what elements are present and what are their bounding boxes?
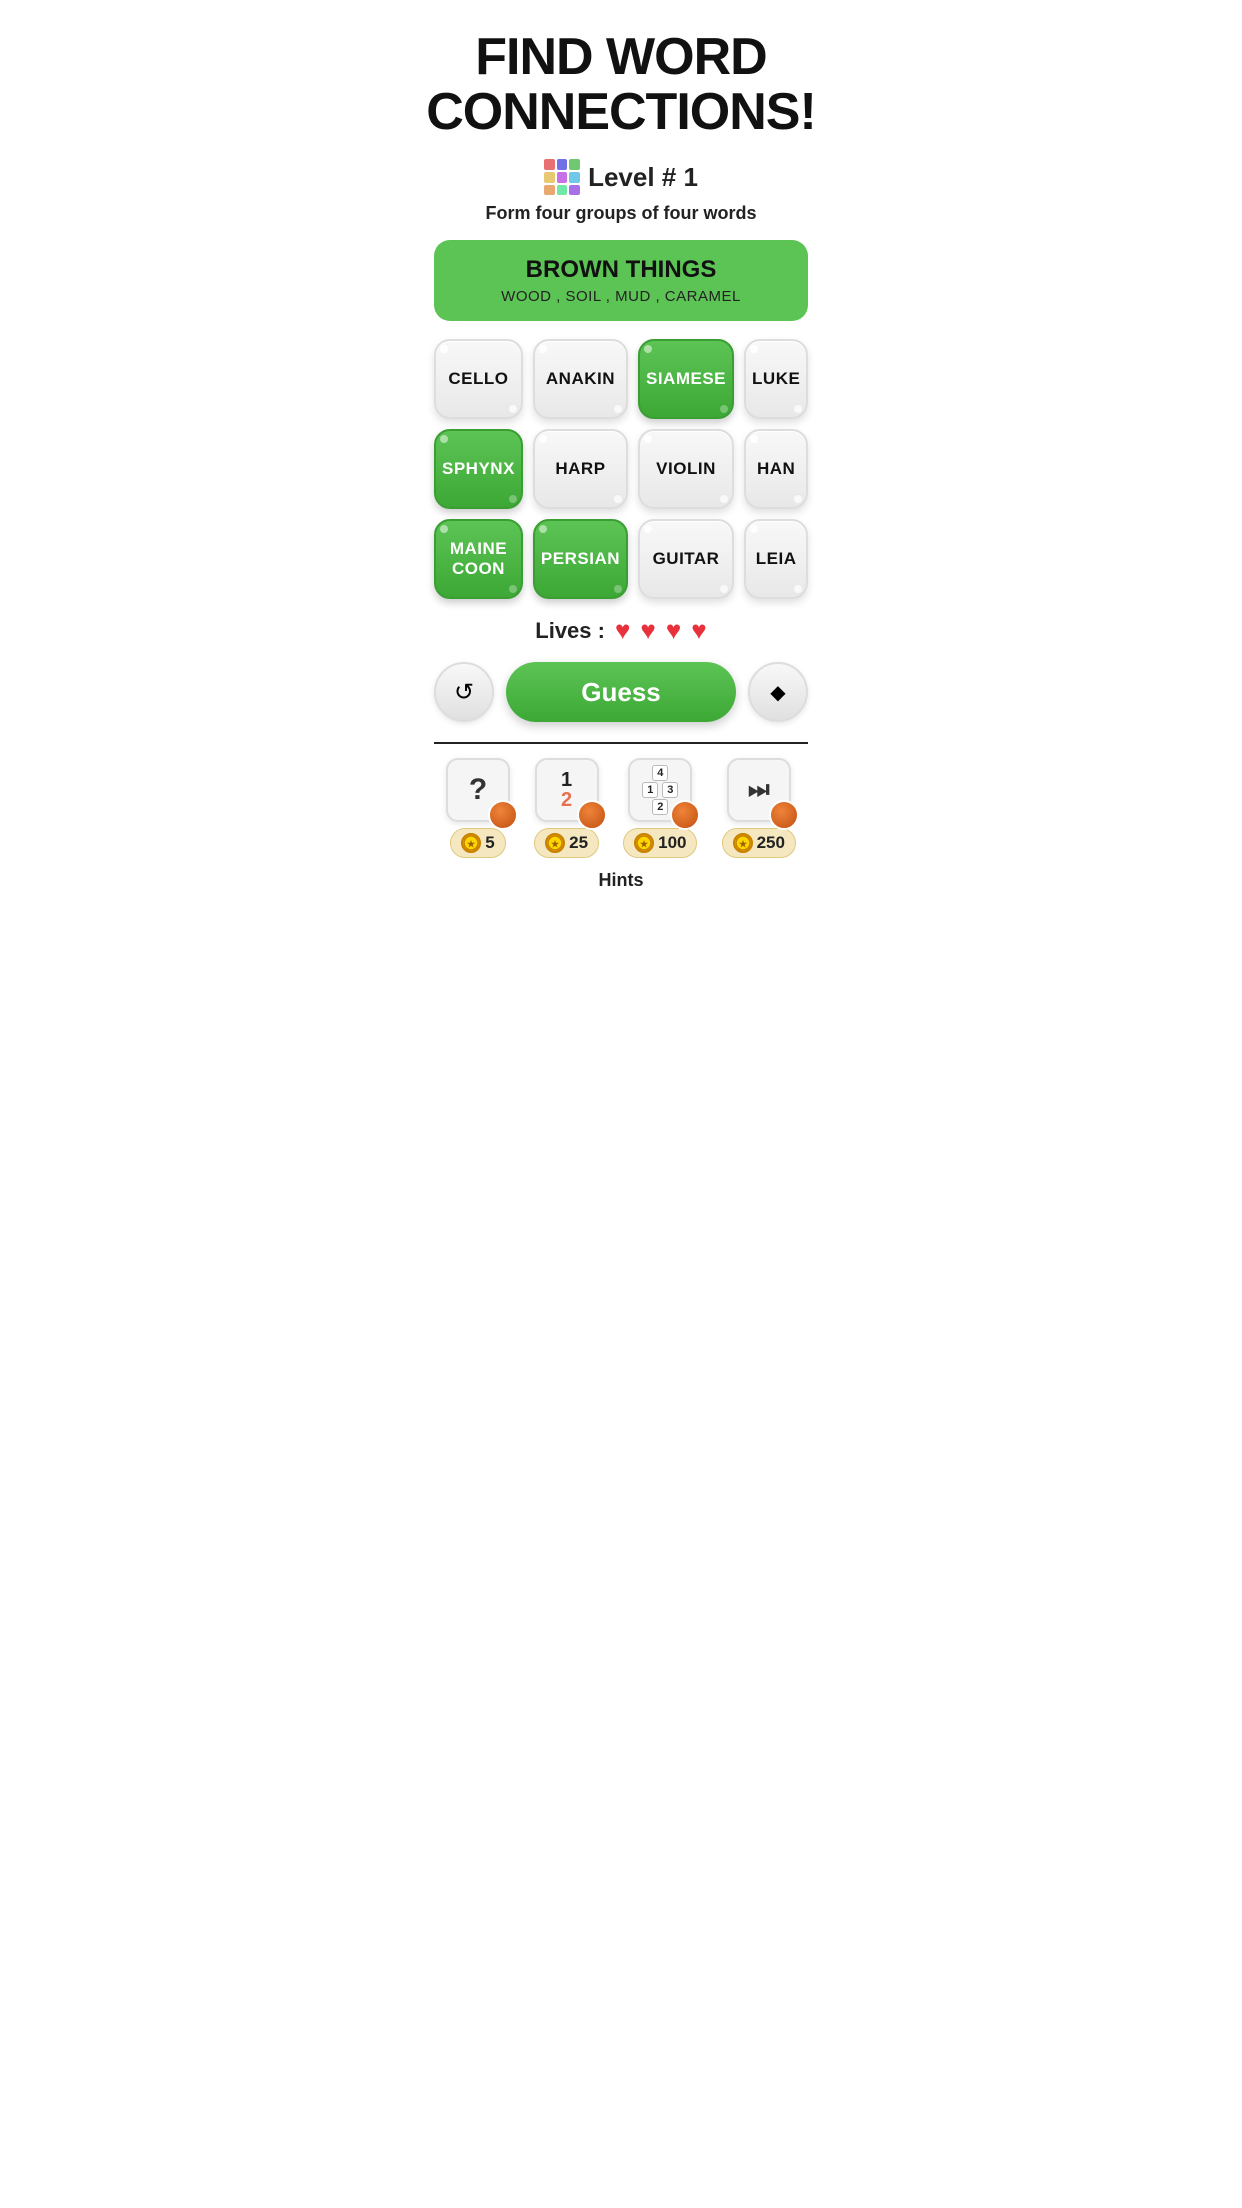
hint-arrange-icon: 4 1 3 2: [628, 758, 692, 822]
tile-label: HARP: [555, 459, 605, 479]
coin-icon-2: ★: [545, 833, 565, 853]
tile-cello[interactable]: CELLO: [434, 339, 523, 419]
heart-3: ♥: [666, 615, 681, 646]
solved-category: BROWN THINGS WOOD , SOIL , MUD , CARAMEL: [434, 240, 808, 321]
hint-swap[interactable]: 1 2 ★ 25: [534, 758, 599, 858]
hint-question-icon: ?: [446, 758, 510, 822]
tile-siamese[interactable]: SIAMESE: [638, 339, 734, 419]
tile-label: ANAKIN: [546, 369, 615, 389]
hint-cost-4: ★ 250: [722, 828, 796, 858]
guess-label: Guess: [581, 677, 661, 707]
tile-label: VIOLIN: [656, 459, 716, 479]
icon-cell: [544, 185, 555, 196]
coin-icon-1: ★: [461, 833, 481, 853]
arrange-num-4: 4: [652, 765, 668, 781]
hint-cost-label-4: 250: [757, 833, 785, 853]
svg-text:★: ★: [467, 839, 476, 849]
icon-cell: [557, 172, 568, 183]
hint-orange-badge-4: [769, 800, 799, 830]
coin-icon-3: ★: [634, 833, 654, 853]
tile-label: PERSIAN: [541, 549, 620, 569]
tile-han[interactable]: HAN: [744, 429, 808, 509]
tile-violin[interactable]: VIOLIN: [638, 429, 734, 509]
level-icon: [544, 159, 580, 195]
heart-1: ♥: [615, 615, 630, 646]
icon-cell: [569, 159, 580, 170]
arrange-num-1: 1: [642, 782, 658, 798]
tile-label: GUITAR: [653, 549, 720, 569]
coin-icon-4: ★: [733, 833, 753, 853]
page: FIND WORD CONNECTIONS! Level # 1 Form fo…: [414, 0, 828, 901]
hint-cost-label-3: 100: [658, 833, 686, 853]
hint-cost-label-2: 25: [569, 833, 588, 853]
heart-2: ♥: [640, 615, 655, 646]
guess-button[interactable]: Guess: [506, 662, 736, 722]
tile-harp[interactable]: HARP: [533, 429, 628, 509]
arrange-num-3: 3: [662, 782, 678, 798]
hints-section: ? ★ 5: [434, 742, 808, 891]
tile-label: SPHYNX: [442, 459, 515, 479]
icon-cell: [544, 159, 555, 170]
skip-icon: ⏭: [748, 776, 770, 804]
subtitle: Form four groups of four words: [486, 203, 757, 224]
tile-anakin[interactable]: ANAKIN: [533, 339, 628, 419]
shuffle-button[interactable]: ↺: [434, 662, 494, 722]
word-grid: CELLO ANAKIN SIAMESE LUKE SPHYNX HARP VI…: [434, 339, 808, 599]
svg-text:★: ★: [551, 839, 560, 849]
hint-arrange[interactable]: 4 1 3 2: [623, 758, 697, 858]
tile-maine-coon[interactable]: MAINE COON: [434, 519, 523, 599]
swap-numbers-icon: 1 2: [561, 770, 572, 810]
question-mark-icon: ?: [469, 773, 487, 807]
level-label: Level # 1: [588, 162, 698, 193]
hint-skip[interactable]: ⏭ ★ 250: [722, 758, 796, 858]
tile-label: LEIA: [756, 549, 797, 569]
icon-cell: [569, 185, 580, 196]
tile-guitar[interactable]: GUITAR: [638, 519, 734, 599]
erase-button[interactable]: ◆: [748, 662, 808, 722]
tile-sphynx[interactable]: SPHYNX: [434, 429, 523, 509]
tile-persian[interactable]: PERSIAN: [533, 519, 628, 599]
arrange-bot-row: 2: [652, 799, 668, 815]
lives-row: Lives : ♥ ♥ ♥ ♥: [535, 615, 706, 646]
lives-label: Lives :: [535, 618, 605, 644]
hint-cost-3: ★ 100: [623, 828, 697, 858]
hint-orange-badge-2: [577, 800, 607, 830]
category-title: BROWN THINGS: [454, 256, 788, 284]
tile-label: MAINE COON: [442, 539, 515, 580]
tile-label: HAN: [757, 459, 795, 479]
hint-skip-icon: ⏭: [727, 758, 791, 822]
tile-leia[interactable]: LEIA: [744, 519, 808, 599]
svg-text:★: ★: [739, 839, 748, 849]
svg-text:★: ★: [640, 839, 649, 849]
hint-swap-icon: 1 2: [535, 758, 599, 822]
hints-footer-label: Hints: [434, 866, 808, 891]
actions-row: ↺ Guess ◆: [434, 662, 808, 722]
icon-cell: [557, 185, 568, 196]
tile-label: CELLO: [448, 369, 508, 389]
hints-row: ? ★ 5: [434, 758, 808, 858]
arrange-top-row: 4: [652, 765, 668, 781]
icon-cell: [544, 172, 555, 183]
arrange-num-2: 2: [652, 799, 668, 815]
level-row: Level # 1: [544, 159, 698, 195]
icon-cell: [569, 172, 580, 183]
hint-question[interactable]: ? ★ 5: [446, 758, 510, 858]
tile-label: LUKE: [752, 369, 800, 389]
tile-luke[interactable]: LUKE: [744, 339, 808, 419]
category-words: WOOD , SOIL , MUD , CARAMEL: [454, 288, 788, 305]
icon-cell: [557, 159, 568, 170]
hint-cost-1: ★ 5: [450, 828, 505, 858]
heart-4: ♥: [691, 615, 706, 646]
erase-icon: ◆: [770, 680, 785, 705]
hint-cost-label-1: 5: [485, 833, 494, 853]
arrange-mid-row: 1 3: [642, 782, 678, 798]
page-title: FIND WORD CONNECTIONS!: [426, 30, 816, 139]
hint-orange-badge-1: [488, 800, 518, 830]
hint-orange-badge-3: [670, 800, 700, 830]
shuffle-icon: ↺: [454, 678, 474, 707]
hint-cost-2: ★ 25: [534, 828, 599, 858]
tile-label: SIAMESE: [646, 369, 726, 389]
